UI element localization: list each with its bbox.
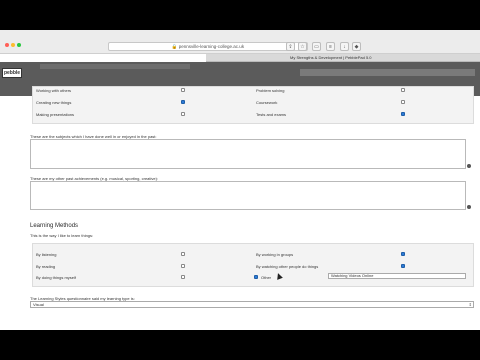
- skill-label: Problem solving: [256, 88, 285, 93]
- share-icon[interactable]: ⇪: [286, 42, 295, 51]
- learning-checkbox[interactable]: [181, 264, 185, 268]
- tab-active[interactable]: My Strengths & Development | PebblePad 5…: [290, 54, 372, 62]
- screen: 🔒 pennsville-learning-college.ac.uk ⇪ ☆ …: [0, 30, 480, 330]
- chevron-down-icon: ⇕: [468, 302, 472, 307]
- skill-checkbox[interactable]: [401, 88, 405, 92]
- skill-checkbox[interactable]: [181, 112, 185, 116]
- browser-toolbar: 🔒 pennsville-learning-college.ac.uk ⇪ ☆ …: [0, 30, 480, 54]
- learning-methods-title: Learning Methods: [30, 223, 79, 229]
- learning-checkbox[interactable]: [181, 275, 185, 279]
- extension-icon[interactable]: ◆: [352, 42, 361, 51]
- resize-grip-icon[interactable]: [467, 205, 471, 209]
- other-method-input[interactable]: Watching Videos Online: [328, 273, 466, 279]
- achievements-textarea[interactable]: [30, 181, 466, 210]
- learning-label: By listening: [36, 252, 57, 257]
- learning-label: By working in groups: [256, 252, 294, 257]
- learning-checkbox[interactable]: [401, 252, 405, 256]
- skill-label: Tests and exams: [256, 112, 287, 117]
- learning-checkbox[interactable]: [401, 264, 405, 268]
- skill-checkbox[interactable]: [401, 100, 405, 104]
- learning-methods-subtitle: This is the way I like to learn things:: [30, 233, 94, 238]
- skill-label: Creating new things: [36, 100, 72, 105]
- resize-grip-icon[interactable]: [467, 164, 471, 168]
- skill-checkbox[interactable]: [181, 88, 185, 92]
- skill-checkbox[interactable]: [401, 112, 405, 116]
- subjects-textarea[interactable]: [30, 139, 466, 169]
- learning-checkbox[interactable]: [181, 252, 185, 256]
- tab-strip: My Strengths & Development | PebblePad 5…: [206, 54, 480, 62]
- learning-checkbox[interactable]: [254, 275, 258, 279]
- learning-label: By watching other people do things: [256, 264, 319, 269]
- tabs-icon[interactable]: ▭: [312, 42, 321, 51]
- window-controls[interactable]: [5, 34, 23, 52]
- learning-panel: [32, 243, 474, 287]
- address-bar[interactable]: 🔒 pennsville-learning-college.ac.uk: [108, 42, 308, 51]
- learning-style-select[interactable]: Visual ⇕: [30, 301, 474, 308]
- reader-icon[interactable]: ≡: [326, 42, 335, 51]
- skill-checkbox[interactable]: [181, 100, 185, 104]
- learning-label: By doing things myself: [36, 275, 77, 280]
- learning-label: Other: [261, 275, 272, 280]
- skill-label: Making presentations: [36, 112, 75, 117]
- skill-label: Coursework: [256, 100, 278, 105]
- header-subbar: [40, 64, 190, 69]
- pebblepad-logo[interactable]: pebble: [2, 68, 22, 78]
- download-icon[interactable]: ↓: [340, 42, 349, 51]
- bookmark-icon[interactable]: ☆: [298, 42, 307, 51]
- header-nav[interactable]: [300, 69, 475, 76]
- skill-label: Working with others: [36, 88, 72, 93]
- skills-panel: [32, 86, 474, 124]
- learning-label: By reading: [36, 264, 56, 269]
- learning-style-value: Visual: [33, 302, 44, 307]
